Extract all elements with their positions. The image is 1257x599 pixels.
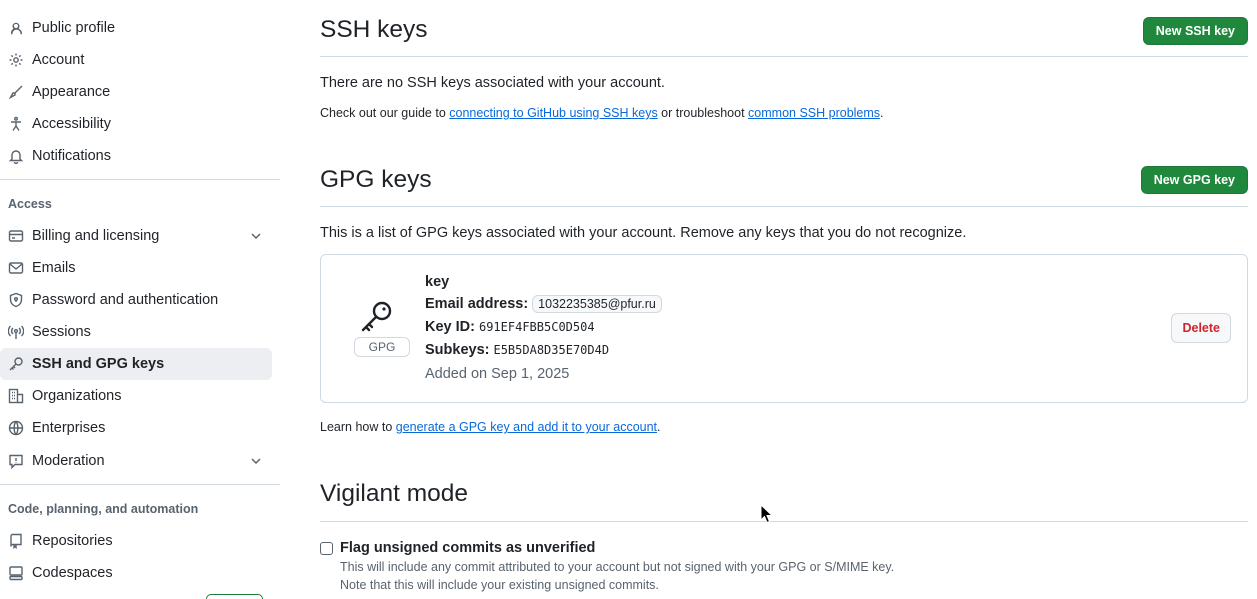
sidebar-divider bbox=[0, 179, 280, 180]
sidebar-group-title-access: Access bbox=[8, 197, 52, 211]
sidebar-item-account[interactable]: Account bbox=[0, 44, 272, 76]
sidebar-item-label: SSH and GPG keys bbox=[32, 356, 165, 372]
gpg-subkeys-row: Subkeys: E5B5DA8D35E70D4D bbox=[425, 342, 609, 358]
globe-icon bbox=[8, 420, 24, 436]
vigilant-mode-heading: Vigilant mode bbox=[320, 480, 469, 507]
ssh-guide-suffix: . bbox=[880, 106, 884, 120]
ssh-guide-prefix: Check out our guide to bbox=[320, 106, 450, 120]
chevron-down-icon[interactable] bbox=[248, 453, 264, 469]
gpg-learn-suffix: . bbox=[657, 420, 661, 434]
gpg-key-card: GPG key Email address: 1032235385@pfur.r… bbox=[320, 254, 1248, 403]
sidebar-item-password[interactable]: Password and authentication bbox=[0, 284, 272, 316]
sidebar-item-codespaces[interactable]: Codespaces bbox=[0, 557, 272, 589]
ssh-guide-text: Check out our guide to connecting to Git… bbox=[320, 106, 884, 120]
key-id-value: 691EF4FBB5C0D504 bbox=[478, 320, 595, 334]
sidebar-divider bbox=[0, 484, 280, 485]
sidebar-item-appearance[interactable]: Appearance bbox=[0, 76, 272, 108]
vigilant-mode-desc-2: Note that this will include your existin… bbox=[340, 578, 659, 592]
sidebar-item-label: Organizations bbox=[32, 388, 122, 404]
gpg-type-badge: GPG bbox=[354, 337, 410, 357]
gear-icon bbox=[8, 52, 24, 68]
credit-card-icon bbox=[8, 228, 24, 244]
sidebar-item-label: Moderation bbox=[32, 453, 105, 469]
sidebar-item-label: Accessibility bbox=[32, 116, 111, 132]
sidebar-item-label: Appearance bbox=[32, 84, 111, 100]
ssh-guide-middle: or troubleshoot bbox=[657, 106, 749, 120]
codespaces-icon bbox=[8, 565, 24, 581]
vigilant-divider bbox=[320, 521, 1248, 522]
report-icon bbox=[8, 453, 24, 469]
repo-icon bbox=[8, 533, 24, 549]
gpg-email-row: Email address: 1032235385@pfur.ru bbox=[425, 295, 662, 313]
sidebar-item-public-profile[interactable]: Public profile bbox=[0, 12, 272, 44]
gpg-keys-heading: GPG keys bbox=[320, 166, 432, 193]
accessibility-icon bbox=[8, 116, 24, 132]
broadcast-icon bbox=[8, 324, 24, 340]
sidebar-item-label: Codespaces bbox=[32, 565, 113, 581]
ssh-troubleshoot-link[interactable]: common SSH problems bbox=[748, 106, 880, 120]
key-id-label: Key ID: bbox=[425, 319, 475, 335]
sidebar-item-repositories[interactable]: Repositories bbox=[0, 525, 272, 557]
gpg-added-date: Added on Sep 1, 2025 bbox=[425, 366, 570, 382]
gpg-key-name: key bbox=[425, 274, 450, 290]
sidebar-item-label: Password and authentication bbox=[32, 292, 219, 308]
vigilant-mode-checkbox[interactable] bbox=[320, 542, 333, 555]
gpg-learn-text: Learn how to generate a GPG key and add … bbox=[320, 420, 661, 434]
new-badge bbox=[206, 594, 263, 599]
sidebar-item-label: Repositories bbox=[32, 533, 113, 549]
sidebar-item-label: Billing and licensing bbox=[32, 228, 160, 244]
mail-icon bbox=[8, 260, 24, 276]
bell-icon bbox=[8, 148, 24, 164]
ssh-divider bbox=[320, 56, 1248, 57]
gpg-key-id-row: Key ID: 691EF4FBB5C0D504 bbox=[425, 319, 595, 335]
sidebar-item-moderation[interactable]: Moderation bbox=[0, 445, 272, 477]
gpg-description: This is a list of GPG keys associated wi… bbox=[320, 225, 967, 241]
sidebar-item-emails[interactable]: Emails bbox=[0, 252, 272, 284]
sidebar-item-label: Account bbox=[32, 52, 85, 68]
sidebar-item-label: Enterprises bbox=[32, 420, 106, 436]
chevron-down-icon[interactable] bbox=[248, 228, 264, 244]
gpg-learn-link[interactable]: generate a GPG key and add it to your ac… bbox=[396, 420, 657, 434]
sidebar-group-title-code: Code, planning, and automation bbox=[8, 502, 199, 516]
sidebar-item-billing[interactable]: Billing and licensing bbox=[0, 220, 272, 252]
sidebar-item-accessibility[interactable]: Accessibility bbox=[0, 108, 272, 140]
organization-icon bbox=[8, 388, 24, 404]
key-icon bbox=[359, 299, 395, 335]
key-icon bbox=[8, 356, 24, 372]
vigilant-mode-label[interactable]: Flag unsigned commits as unverified bbox=[340, 540, 595, 556]
paintbrush-icon bbox=[8, 84, 24, 100]
shield-lock-icon bbox=[8, 292, 24, 308]
vigilant-mode-desc-1: This will include any commit attributed … bbox=[340, 560, 895, 574]
gpg-learn-prefix: Learn how to bbox=[320, 420, 396, 434]
sidebar-item-label: Notifications bbox=[32, 148, 111, 164]
sidebar-item-organizations[interactable]: Organizations bbox=[0, 380, 272, 412]
sidebar-item-ssh-gpg-keys[interactable]: SSH and GPG keys bbox=[0, 348, 272, 380]
ssh-empty-text: There are no SSH keys associated with yo… bbox=[320, 75, 665, 91]
sidebar-item-notifications[interactable]: Notifications bbox=[0, 140, 272, 172]
email-label: Email address: bbox=[425, 296, 529, 312]
sidebar-item-label: Emails bbox=[32, 260, 76, 276]
ssh-guide-link[interactable]: connecting to GitHub using SSH keys bbox=[449, 106, 657, 120]
ssh-keys-heading: SSH keys bbox=[320, 16, 428, 43]
new-gpg-key-button[interactable]: New GPG key bbox=[1140, 166, 1248, 194]
mouse-cursor-icon bbox=[760, 504, 774, 524]
sidebar-item-enterprises[interactable]: Enterprises bbox=[0, 412, 272, 444]
gpg-divider bbox=[320, 206, 1248, 207]
sidebar-item-label: Sessions bbox=[32, 324, 91, 340]
sidebar-item-sessions[interactable]: Sessions bbox=[0, 316, 272, 348]
delete-gpg-key-button[interactable]: Delete bbox=[1171, 313, 1231, 343]
sidebar-item-label: Public profile bbox=[32, 20, 116, 36]
main-content: SSH keys New SSH key There are no SSH ke… bbox=[320, 0, 1248, 599]
person-icon bbox=[8, 20, 24, 36]
settings-sidebar: Public profile Account Appearance Access… bbox=[0, 0, 280, 599]
subkeys-value: E5B5DA8D35E70D4D bbox=[493, 343, 610, 357]
email-badge: 1032235385@pfur.ru bbox=[532, 295, 662, 313]
new-ssh-key-button[interactable]: New SSH key bbox=[1142, 17, 1248, 45]
subkeys-label: Subkeys: bbox=[425, 342, 490, 358]
